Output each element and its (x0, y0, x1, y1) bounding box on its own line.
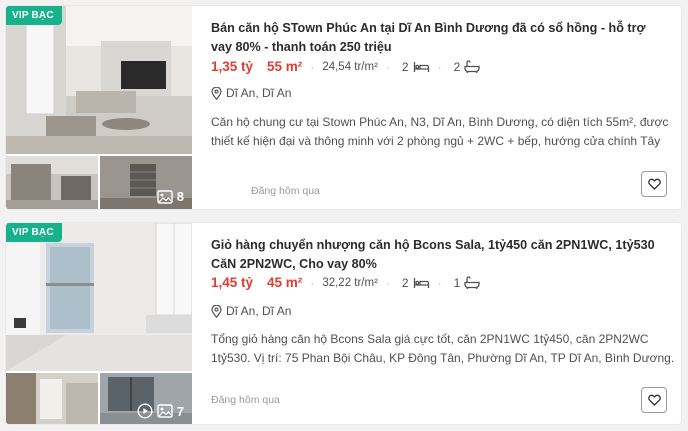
meta-separator: · (437, 59, 442, 74)
vip-badge: VIP BẠC (6, 223, 62, 242)
image-icon (157, 404, 173, 418)
listing-card[interactable]: VIP BẠC (5, 222, 682, 425)
play-icon (137, 403, 153, 419)
thumbnail-photo[interactable]: 8 (100, 156, 192, 209)
bedroom-count: 2 (402, 60, 430, 74)
bathroom-count-value: 2 (453, 59, 461, 74)
photo-count[interactable]: 8 (157, 189, 184, 204)
bathroom-count: 2 (454, 60, 481, 74)
listing-location: Dĩ An, Dĩ An (211, 86, 291, 100)
bed-icon (413, 277, 429, 288)
thumbnail-photo[interactable]: 7 (100, 373, 192, 424)
listing-content: Bán căn hộ STown Phúc An tại Dĩ An Bình … (211, 6, 668, 209)
bed-icon (413, 61, 429, 72)
photo-count-value: 7 (176, 403, 184, 419)
living-room-photo (6, 6, 192, 154)
meta-separator: · (310, 275, 315, 290)
listing-media[interactable]: VIP BẠC (6, 6, 192, 209)
image-icon (157, 189, 173, 204)
photo-count-value: 8 (176, 189, 184, 204)
listing-title[interactable]: Giỏ hàng chuyển nhượng căn hộ Bcons Sala… (211, 236, 663, 274)
price-per-m2: 32,22 tr/m² (322, 276, 378, 289)
meta-separator: · (437, 275, 442, 290)
listing-content: Giỏ hàng chuyển nhượng căn hộ Bcons Sala… (211, 223, 674, 424)
apartment-interior-photo (6, 223, 192, 371)
bedroom-count-value: 2 (401, 275, 409, 290)
media-count[interactable]: 7 (137, 403, 184, 419)
location-pin-icon (211, 304, 222, 318)
posted-date: Đăng hôm qua (251, 185, 320, 197)
listing-price: 1,35 tỷ (211, 59, 254, 74)
thumbnail-strip: 8 (6, 156, 192, 209)
bedroom-count-value: 2 (401, 59, 409, 74)
listing-card[interactable]: VIP BẠC (5, 5, 682, 210)
bathroom-count: 1 (454, 276, 481, 290)
listing-area: 55 m² (267, 59, 303, 74)
hallway-photo (6, 373, 98, 424)
vip-badge: VIP BẠC (6, 6, 62, 25)
location-pin-icon (211, 86, 222, 100)
thumbnail-photo[interactable] (6, 156, 98, 209)
thumbnail-strip: 7 (6, 373, 192, 424)
heart-icon (647, 178, 661, 190)
bedroom-count: 2 (402, 276, 430, 290)
posted-date: Đăng hôm qua (211, 394, 280, 406)
meta-separator: · (385, 59, 390, 74)
listing-area: 45 m² (267, 275, 303, 290)
save-listing-button[interactable] (641, 387, 667, 413)
heart-icon (647, 394, 661, 406)
listing-media[interactable]: VIP BẠC (6, 223, 192, 424)
thumbnail-photo[interactable] (6, 373, 98, 424)
listing-meta: 1,35 tỷ 55 m² · 24,54 tr/m² · 2 · 2 (211, 59, 480, 74)
kitchen-photo (6, 156, 98, 209)
bathroom-count-value: 1 (453, 275, 461, 290)
listing-main-photo[interactable]: VIP BẠC (6, 6, 192, 154)
listing-location: Dĩ An, Dĩ An (211, 304, 291, 318)
location-text: Dĩ An, Dĩ An (226, 86, 292, 100)
location-text: Dĩ An, Dĩ An (226, 304, 292, 318)
bath-icon (464, 60, 480, 73)
price-per-m2: 24,54 tr/m² (322, 60, 378, 73)
listing-description: Tổng giỏ hàng căn hộ Bcons Sala giá cực … (211, 332, 675, 365)
meta-separator: · (310, 59, 315, 74)
bath-icon (464, 276, 480, 289)
save-listing-button[interactable] (641, 171, 667, 197)
listing-title[interactable]: Bán căn hộ STown Phúc An tại Dĩ An Bình … (211, 19, 663, 57)
listing-main-photo[interactable]: VIP BẠC (6, 223, 192, 371)
listing-description: Căn hộ chung cư tại Stown Phúc An, N3, D… (211, 115, 669, 148)
meta-separator: · (385, 275, 390, 290)
listing-price: 1,45 tỷ (211, 275, 254, 290)
listing-meta: 1,45 tỷ 45 m² · 32,22 tr/m² · 2 · 1 (211, 275, 480, 290)
